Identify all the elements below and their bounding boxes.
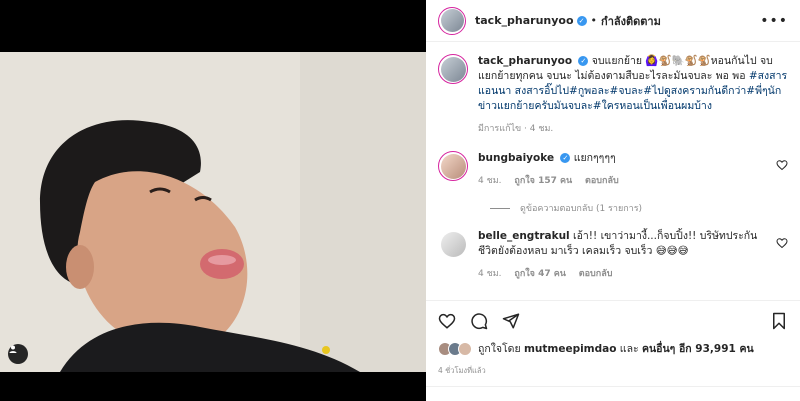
caption-username[interactable]: tack_pharunyoo [478, 55, 572, 67]
comments-list[interactable]: tack_pharunyoo ✓ จบแยกย้าย 🙆‍♀️🐒🐘🐒🐒หอนกั… [426, 42, 800, 300]
author-avatar[interactable] [438, 6, 466, 35]
tag-user-icon [9, 345, 17, 353]
action-bar [426, 300, 800, 340]
comment-likes[interactable]: ถูกใจ 157 คน [514, 176, 572, 186]
comment-time[interactable]: 4 ชม. [478, 269, 502, 279]
verified-icon: ✓ [560, 153, 571, 163]
view-replies[interactable]: ดูข้อความตอบกลับ (1 รายการ) [490, 201, 788, 215]
view-replies-label[interactable]: ดูข้อความตอบกลับ (1 รายการ) [520, 201, 642, 215]
comment-avatar[interactable] [438, 229, 468, 259]
reply-button[interactable]: ตอบกลับ [579, 269, 613, 279]
author-username[interactable]: tack_pharunyoo [475, 14, 574, 27]
comment-row: bungbaiyoke ✓ แยกๆๆๆๆ 4 ชม. ถูกใจ 157 คน… [438, 151, 788, 189]
comment-time[interactable]: 4 ชม. [478, 176, 502, 186]
instagram-post-view: tack_pharunyoo ✓ • กำลังติดตาม ••• tack_… [0, 0, 800, 401]
likes-others[interactable]: คนอื่นๆ อีก 93,991 คน [642, 343, 754, 355]
add-comment-area[interactable] [426, 386, 800, 401]
post-side-panel: tack_pharunyoo ✓ • กำลังติดตาม ••• tack_… [426, 0, 800, 401]
photo-illustration [0, 52, 426, 372]
caption-avatar[interactable] [438, 54, 468, 84]
caption-row: tack_pharunyoo ✓ จบแยกย้าย 🙆‍♀️🐒🐘🐒🐒หอนกั… [438, 54, 788, 137]
likes-summary: ถูกใจโดย mutmeepimdao และ คนอื่นๆ อีก 93… [438, 340, 788, 357]
likes-prefix: ถูกใจโดย [478, 343, 521, 355]
comment-text: แยกๆๆๆๆ [573, 152, 616, 164]
verified-icon: ✓ [576, 15, 587, 26]
caption-meta: มีการแก้ไข · 4 ชม. [478, 124, 554, 134]
bookmark-icon[interactable] [770, 312, 788, 330]
heart-icon[interactable] [776, 159, 788, 171]
comment-icon[interactable] [470, 312, 488, 330]
reply-button[interactable]: ตอบกลับ [585, 176, 619, 186]
verified-icon: ✓ [578, 56, 589, 66]
heart-icon[interactable] [438, 312, 456, 330]
post-time-ago[interactable]: 4 ชั่วโมงที่แล้ว [438, 365, 486, 377]
comment-avatar[interactable] [438, 151, 468, 181]
comment-row: belle_engtrakul เอ้า!! เขาว่ามางี้...ก็จ… [438, 229, 788, 282]
likes-user[interactable]: mutmeepimdao [524, 343, 617, 355]
more-icon[interactable]: ••• [760, 13, 788, 29]
likes-and: และ [619, 343, 639, 355]
tag-user-button[interactable] [8, 344, 28, 364]
comment-username[interactable]: bungbaiyoke [478, 152, 554, 164]
share-icon[interactable] [502, 312, 520, 330]
separator-dot: • [590, 14, 598, 27]
post-header: tack_pharunyoo ✓ • กำลังติดตาม ••• [426, 0, 800, 42]
post-photo[interactable] [0, 52, 426, 372]
comment-likes[interactable]: ถูกใจ 47 คน [514, 269, 566, 279]
replies-divider [490, 207, 510, 209]
liker-avatar [458, 341, 472, 356]
following-button[interactable]: กำลังติดตาม [601, 12, 661, 30]
comment-username[interactable]: belle_engtrakul [478, 230, 570, 242]
heart-icon[interactable] [776, 237, 788, 249]
